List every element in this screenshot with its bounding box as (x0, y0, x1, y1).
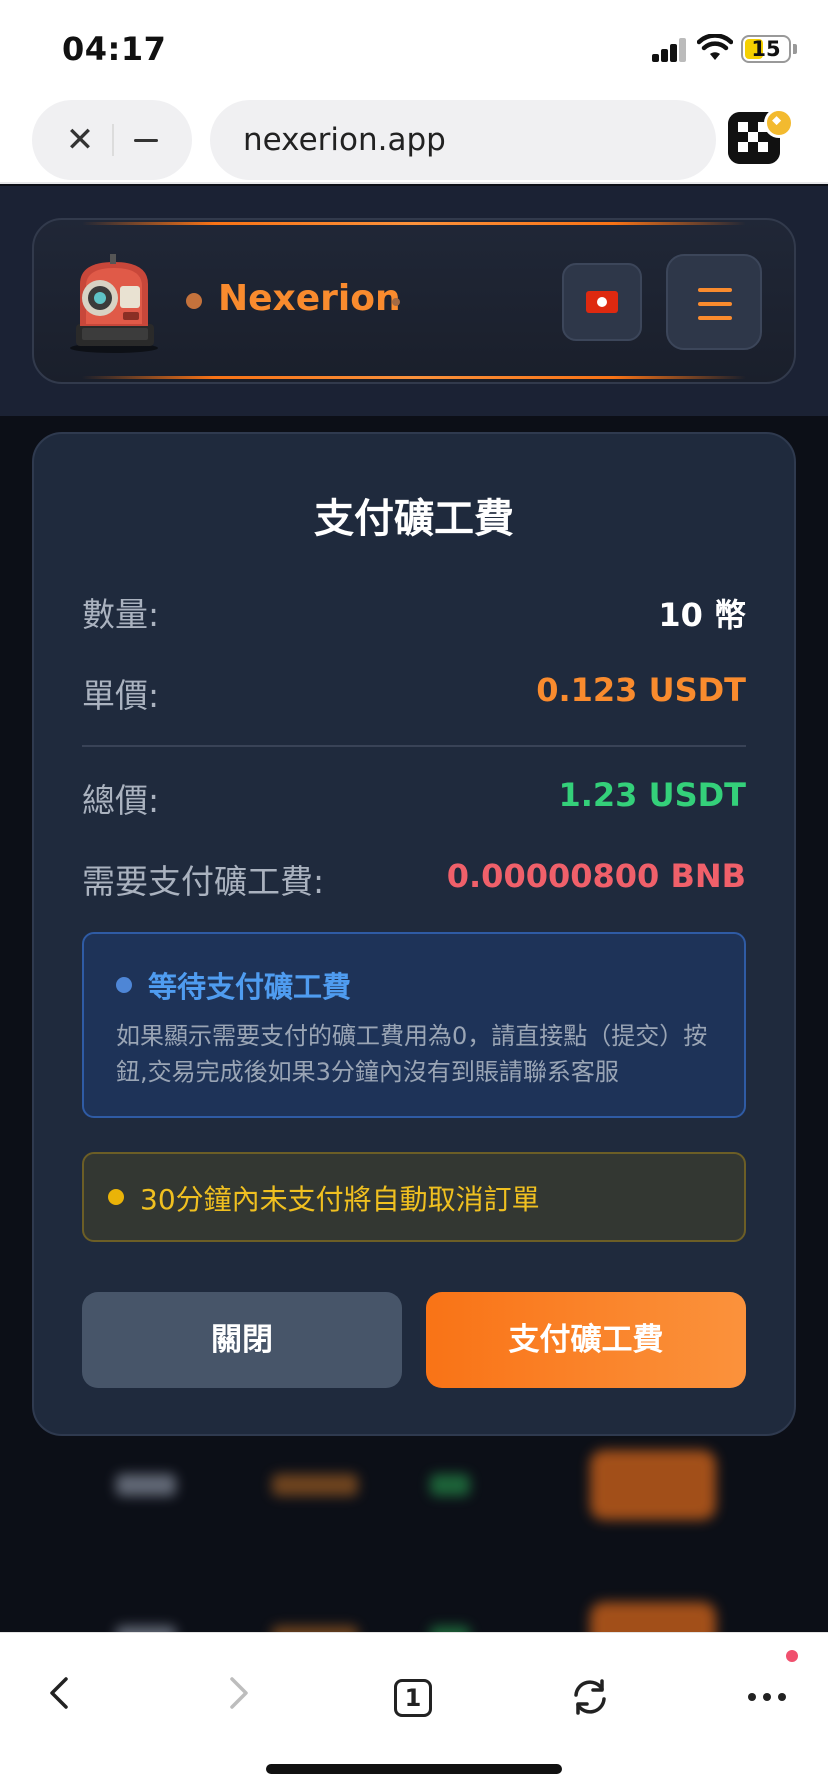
browser-url-bar: ✕ nexerion.app (0, 96, 828, 184)
quantity-value: 10 幣 (658, 596, 746, 634)
tab-controls: ✕ (32, 100, 192, 180)
tabs-count-button[interactable]: 1 (394, 1679, 432, 1717)
cellular-signal-icon (652, 38, 688, 62)
battery-icon: 15 (741, 35, 791, 63)
miner-fee-label: 需要支付礦工費: (82, 862, 325, 901)
info-title: 等待支付礦工費 (148, 970, 352, 1004)
total-price-value: 1.23 USDT (558, 776, 746, 814)
info-text: 如果顯示需要支付的礦工費用為0，請直接點（提交）按鈕,交易完成後如果3分鐘內沒有… (116, 1022, 708, 1086)
unit-price-label: 單價: (82, 676, 160, 715)
brand-dot-small (392, 298, 400, 306)
mining-machine-logo[interactable] (66, 254, 164, 354)
close-button[interactable]: 關閉 (82, 1292, 402, 1388)
hamburger-menu-button[interactable] (666, 254, 762, 350)
bnb-badge-icon (764, 108, 794, 138)
status-time: 04:17 (62, 30, 167, 68)
modal-title: 支付礦工費 (314, 496, 514, 542)
close-icon[interactable]: ✕ (58, 118, 102, 162)
warning-text: 30分鐘內未支付將自動取消訂單 (140, 1183, 540, 1216)
list-item (60, 1426, 768, 1546)
brand-name[interactable]: Nexerion (218, 278, 401, 319)
total-price-label: 總價: (82, 781, 160, 820)
forward-icon[interactable] (218, 1673, 258, 1713)
miner-fee-value: 0.00000800 BNB (446, 857, 746, 895)
language-flag-button[interactable] (562, 263, 642, 341)
address-field[interactable]: nexerion.app (210, 100, 716, 180)
unit-price-value: 0.123 USDT (536, 671, 746, 709)
notification-dot (786, 1650, 798, 1662)
url-text: nexerion.app (243, 122, 446, 158)
home-indicator (266, 1764, 562, 1774)
brand-dot (186, 293, 202, 309)
refresh-icon[interactable] (568, 1675, 612, 1719)
wifi-icon (697, 34, 733, 60)
minimize-icon[interactable] (124, 118, 168, 162)
status-bar: 04:17 15 (0, 0, 828, 96)
info-status-dot (116, 977, 132, 993)
more-icon[interactable] (742, 1677, 792, 1717)
warning-dot (108, 1189, 124, 1205)
back-icon[interactable] (40, 1673, 80, 1713)
divider (82, 745, 746, 747)
pay-fee-button[interactable]: 支付礦工費 (426, 1292, 746, 1388)
quantity-label: 數量: (82, 595, 160, 634)
battery-level: 15 (751, 37, 781, 61)
hong-kong-flag-icon (586, 291, 618, 313)
